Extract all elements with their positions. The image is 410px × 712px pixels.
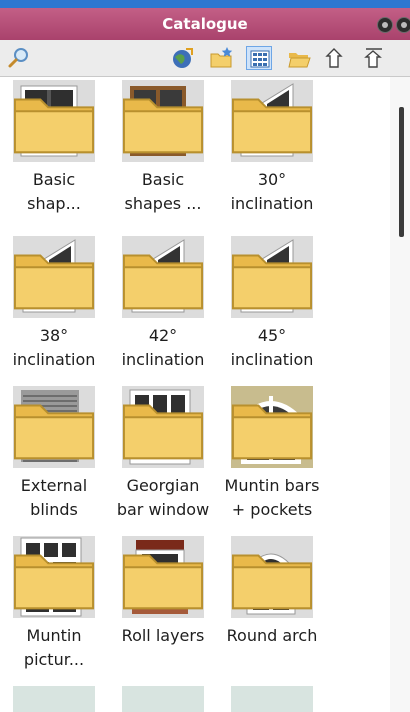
item-label-line2: inclination xyxy=(121,350,205,369)
open-folder-icon[interactable] xyxy=(286,46,312,70)
close-icon[interactable] xyxy=(396,17,410,33)
catalogue-item-partial[interactable] xyxy=(231,686,313,712)
item-label-line2: + pockets xyxy=(231,500,313,519)
item-label-line1: 38° xyxy=(39,326,69,345)
item-label: Muntin bars + pockets xyxy=(218,474,326,522)
item-label-line2: shapes ... xyxy=(124,194,202,213)
item-label-line1: Basic xyxy=(141,170,185,189)
item-label-line1: Basic xyxy=(32,170,76,189)
item-label-line1: 30° xyxy=(257,170,287,189)
up-arrow-icon[interactable] xyxy=(324,46,350,70)
up-arrow-icon[interactable] xyxy=(362,46,388,70)
item-label-line2: pictur... xyxy=(23,650,85,669)
item-label: 38° inclination xyxy=(0,324,108,372)
catalogue-item-partial[interactable] xyxy=(122,686,204,712)
incline-thumbnail xyxy=(13,236,95,318)
item-label-line1: 42° xyxy=(148,326,178,345)
folder-icon xyxy=(13,404,95,460)
catalogue-item[interactable]: Basic shap... xyxy=(0,80,108,216)
item-label-line1: External xyxy=(20,476,88,495)
folder-icon xyxy=(122,554,204,610)
grid-view-icon[interactable] xyxy=(246,46,272,70)
muntin-arch-thumbnail xyxy=(231,386,313,468)
dark-window-thumbnail xyxy=(13,80,95,162)
item-label-line2: shap... xyxy=(27,194,81,213)
catalogue-toolbar xyxy=(0,40,410,77)
search-icon[interactable] xyxy=(6,46,32,70)
item-label: 30° inclination xyxy=(218,168,326,216)
item-label: Basic shap... xyxy=(0,168,108,216)
folder-icon xyxy=(231,554,313,610)
wood-window-thumbnail xyxy=(122,80,204,162)
item-label-line2: bar window xyxy=(116,500,210,519)
incline-thumbnail xyxy=(231,80,313,162)
folder-icon xyxy=(231,98,313,154)
pin-icon[interactable] xyxy=(377,17,393,33)
folder-icon xyxy=(122,254,204,310)
folder-star-icon[interactable] xyxy=(208,46,234,70)
catalogue-item[interactable]: 42° inclination xyxy=(109,236,217,372)
incline-thumbnail xyxy=(122,236,204,318)
item-label: Georgian bar window xyxy=(109,474,217,522)
incline-thumbnail xyxy=(231,236,313,318)
folder-icon xyxy=(122,98,204,154)
folder-icon xyxy=(13,254,95,310)
round-arch-thumbnail xyxy=(231,536,313,618)
item-label: Basic shapes ... xyxy=(109,168,217,216)
item-label-line1: Roll layers xyxy=(121,626,205,645)
item-label-line1: Muntin xyxy=(26,626,82,645)
folder-icon xyxy=(122,404,204,460)
catalogue-titlebar: Catalogue xyxy=(0,8,410,40)
folder-icon xyxy=(13,554,95,610)
catalogue-item[interactable]: 45° inclination xyxy=(218,236,326,372)
catalogue-item[interactable]: 30° inclination xyxy=(218,80,326,216)
item-label-line2: inclination xyxy=(12,350,96,369)
window-top-strip xyxy=(0,0,410,8)
item-label: Round arch xyxy=(218,624,326,648)
georgian-thumbnail xyxy=(122,386,204,468)
catalogue-grid: Basic shap... Basic shapes ... 30° inclinatio… xyxy=(0,77,390,712)
item-label-line1: Georgian xyxy=(126,476,200,495)
item-label-line1: 45° xyxy=(257,326,287,345)
catalogue-item[interactable]: Muntin bars + pockets xyxy=(218,386,326,522)
muntin-picture-thumbnail xyxy=(13,536,95,618)
panel-title: Catalogue xyxy=(162,15,248,33)
catalogue-item[interactable]: External blinds xyxy=(0,386,108,522)
item-label-line1: Muntin bars xyxy=(224,476,320,495)
catalogue-item[interactable]: Roll layers xyxy=(109,536,217,648)
catalogue-item[interactable]: 38° inclination xyxy=(0,236,108,372)
item-label: Roll layers xyxy=(109,624,217,648)
item-label: External blinds xyxy=(0,474,108,522)
item-label-line2: blinds xyxy=(30,500,78,519)
blinds-thumbnail xyxy=(13,386,95,468)
item-label: 42° inclination xyxy=(109,324,217,372)
folder-icon xyxy=(231,404,313,460)
roll-thumbnail xyxy=(122,536,204,618)
item-label-line2: inclination xyxy=(230,194,314,213)
catalogue-item[interactable]: Basic shapes ... xyxy=(109,80,217,216)
catalogue-item[interactable]: Muntin pictur... xyxy=(0,536,108,672)
folder-icon xyxy=(13,98,95,154)
globe-icon[interactable] xyxy=(170,46,196,70)
item-label-line1: Round arch xyxy=(226,626,318,645)
vertical-scrollbar[interactable] xyxy=(390,77,410,712)
folder-icon xyxy=(231,254,313,310)
scrollbar-thumb[interactable] xyxy=(399,107,404,237)
catalogue-item-partial[interactable] xyxy=(13,686,95,712)
catalogue-item[interactable]: Georgian bar window xyxy=(109,386,217,522)
item-label: 45° inclination xyxy=(218,324,326,372)
item-label-line2: inclination xyxy=(230,350,314,369)
item-label: Muntin pictur... xyxy=(0,624,108,672)
catalogue-item[interactable]: Round arch xyxy=(218,536,326,648)
